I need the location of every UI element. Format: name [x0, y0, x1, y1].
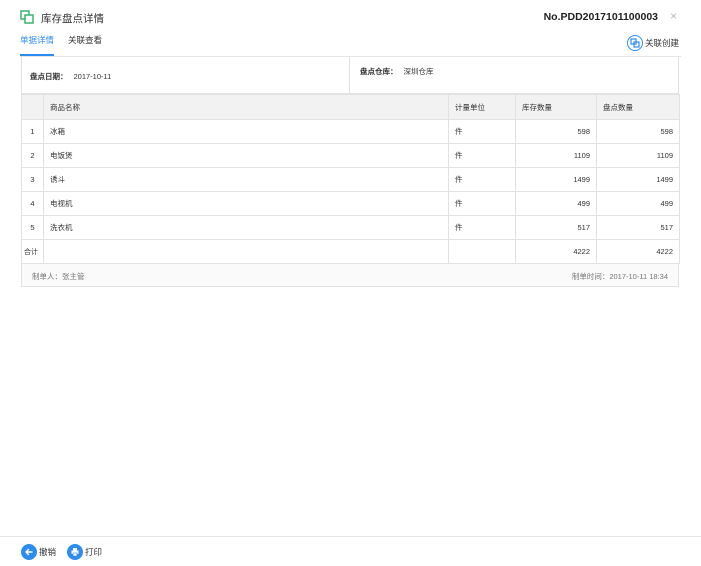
printer-icon: [67, 544, 83, 560]
bottom-action-bar: 撤销 打印: [0, 536, 701, 566]
total-empty-name: [43, 239, 449, 264]
row-index: 4: [21, 191, 44, 216]
unit: 件: [448, 215, 516, 240]
info-warehouse-cell: 盘点仓库： 深圳仓库: [360, 66, 434, 77]
link-create-icon: [626, 35, 643, 51]
column-header-unit: 计量单位: [448, 94, 516, 120]
date-value: 2017-10-11: [73, 72, 112, 81]
total-label: 合计: [21, 239, 44, 264]
cancel-label: 撤销: [39, 547, 57, 557]
link-create-label: 关联创建: [644, 38, 679, 48]
table-row: 3 诱斗 件 1499 1499: [21, 167, 680, 192]
count-qty: 499: [596, 191, 680, 216]
product-name: 诱斗: [43, 167, 449, 192]
column-header-name: 商品名称: [43, 94, 449, 120]
document-footer: 制单人：张主管 制单时间：2017-10-11 18:34: [21, 264, 679, 287]
link-create-button[interactable]: 关联创建: [626, 35, 679, 51]
count-qty: 1499: [596, 167, 680, 192]
cancel-button[interactable]: 撤销: [21, 544, 56, 560]
count-qty: 517: [596, 215, 680, 240]
table-header-row: 商品名称 计量单位 库存数量 盘点数量: [21, 94, 680, 120]
stock-qty: 499: [515, 191, 597, 216]
unit: 件: [448, 191, 516, 216]
warehouse-label: 盘点仓库：: [360, 67, 398, 76]
table-row: 4 电视机 件 499 499: [21, 191, 680, 216]
tab-related-view[interactable]: 关联查看: [68, 35, 102, 57]
total-row: 合计 4222 4222: [21, 239, 680, 264]
product-name: 电视机: [43, 191, 449, 216]
document-info: 盘点日期： 2017-10-11 盘点仓库： 深圳仓库: [21, 57, 679, 94]
unit: 件: [448, 167, 516, 192]
document-number: No.PDD2017101100003: [543, 11, 658, 23]
product-name: 洗衣机: [43, 215, 449, 240]
table-row: 1 冰箱 件 598 598: [21, 119, 680, 144]
count-qty: 1109: [596, 143, 680, 168]
unit: 件: [448, 119, 516, 144]
row-index: 1: [21, 119, 44, 144]
page-title: 库存盘点详情: [41, 13, 104, 25]
stock-qty: 598: [515, 119, 597, 144]
column-header-index: [21, 94, 44, 120]
total-empty-unit: [448, 239, 516, 264]
row-index: 3: [21, 167, 44, 192]
print-button[interactable]: 打印: [67, 544, 102, 560]
maker-text: 制单人：张主管: [32, 272, 85, 281]
table-row: 5 洗衣机 件 517 517: [21, 215, 680, 240]
stock-qty: 1109: [515, 143, 597, 168]
column-header-stock: 库存数量: [515, 94, 597, 120]
column-header-count: 盘点数量: [596, 94, 680, 120]
date-label: 盘点日期：: [30, 72, 68, 81]
table-row: 2 电饭煲 件 1109 1109: [21, 143, 680, 168]
copy-icon: [20, 10, 34, 24]
print-label: 打印: [85, 547, 103, 557]
close-icon[interactable]: ×: [670, 9, 677, 23]
total-count: 4222: [596, 239, 680, 264]
count-qty: 598: [596, 119, 680, 144]
product-name: 电饭煲: [43, 143, 449, 168]
tab-bar: 单据详情 关联查看: [20, 35, 680, 57]
warehouse-value: 深圳仓库: [403, 67, 434, 76]
made-time-text: 制单时间：2017-10-11 18:34: [571, 272, 668, 281]
arrow-left-icon: [21, 544, 37, 560]
info-date-cell: 盘点日期： 2017-10-11: [22, 57, 350, 93]
stock-qty: 517: [515, 215, 597, 240]
header: 库存盘点详情 No.PDD2017101100003 ×: [0, 0, 701, 32]
product-name: 冰箱: [43, 119, 449, 144]
unit: 件: [448, 143, 516, 168]
goods-table: 商品名称 计量单位 库存数量 盘点数量 1 冰箱 件 598 598 2 电饭煲…: [21, 94, 680, 264]
total-stock: 4222: [515, 239, 597, 264]
stock-qty: 1499: [515, 167, 597, 192]
row-index: 2: [21, 143, 44, 168]
row-index: 5: [21, 215, 44, 240]
